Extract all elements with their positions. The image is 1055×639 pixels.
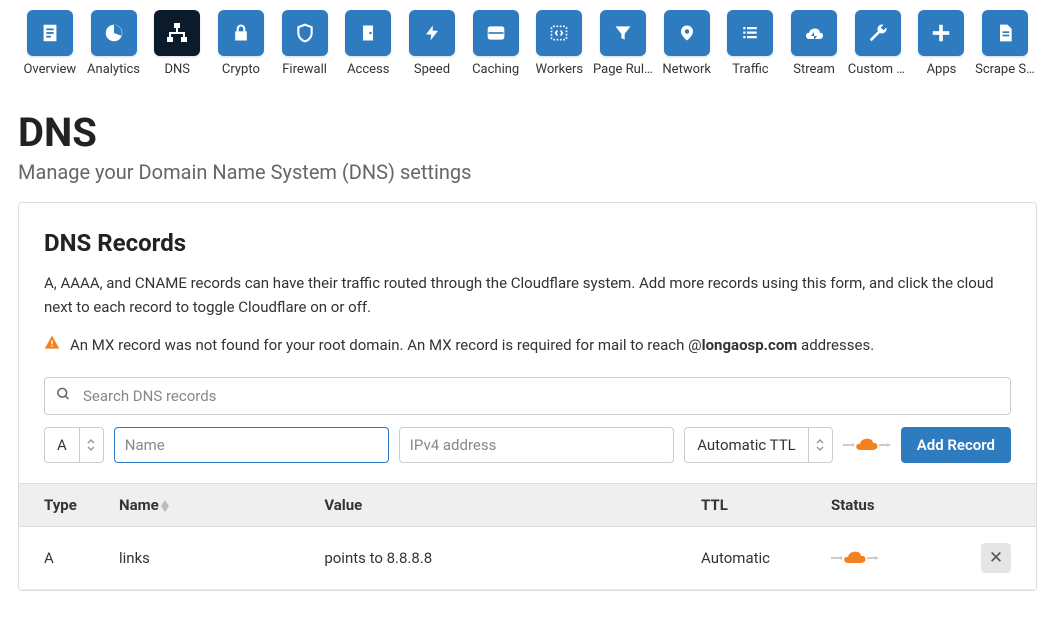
nav-item-crypto[interactable]: Crypto [209,10,273,77]
nav-item-caching[interactable]: Caching [464,10,528,77]
nav-item-access[interactable]: Access [336,10,400,77]
cell-ttl: Automatic [691,527,821,590]
nav-item-custom-p-[interactable]: Custom P... [846,10,910,77]
search-records [44,377,1011,415]
nav-item-overview[interactable]: Overview [18,10,82,77]
nav-label: Firewall [282,62,327,77]
nav-label: Access [347,62,389,77]
doc-icon [982,10,1028,56]
funnel-icon [600,10,646,56]
select-arrow-icon [79,428,103,462]
records-table: Type Name Value TTL Status Alinkspoints … [19,483,1036,590]
add-record-form: A Automatic TTL Add Record [44,427,1011,463]
col-status[interactable]: Status [821,484,971,527]
select-arrow-icon [808,428,832,462]
nav-label: Overview [23,62,76,77]
door-icon [345,10,391,56]
nav-item-scrape-sh-[interactable]: Scrape Sh... [973,10,1037,77]
nav-label: Page Rules [593,62,653,77]
warning-text: An MX record was not found for your root… [70,336,874,354]
file-icon [27,10,73,56]
pin-icon [664,10,710,56]
nav-item-dns[interactable]: DNS [145,10,209,77]
wrench-icon [855,10,901,56]
nav-item-stream[interactable]: Stream [782,10,846,77]
nav-item-speed[interactable]: Speed [400,10,464,77]
nav-label: Custom P... [848,62,908,77]
pie-icon [91,10,137,56]
nav-label: Network [662,62,711,77]
page-subtitle: Manage your Domain Name System (DNS) set… [18,160,1037,184]
cell-actions: ✕ [971,527,1036,590]
network-icon [154,10,200,56]
code-icon [536,10,582,56]
nav-label: DNS [164,62,190,77]
sort-icon [161,500,169,512]
cell-type: A [19,527,109,590]
cell-value: points to 8.8.8.8 [314,527,691,590]
add-record-button[interactable]: Add Record [901,427,1011,463]
nav-label: Traffic [732,62,768,77]
record-ip-input[interactable] [399,427,674,463]
col-type[interactable]: Type [19,484,109,527]
list-icon [727,10,773,56]
col-ttl[interactable]: TTL [691,484,821,527]
nav-label: Workers [536,62,584,77]
nav-label: Apps [927,62,957,77]
nav-label: Speed [414,62,450,77]
cloud-icon [791,10,837,56]
drive-icon [473,10,519,56]
delete-record-button[interactable]: ✕ [981,543,1011,573]
record-name-input[interactable] [114,427,389,463]
nav-label: Crypto [222,62,260,77]
lock-icon [218,10,264,56]
record-type-select[interactable]: A [44,427,104,463]
card-heading: DNS Records [44,229,1011,257]
page-header: DNS Manage your Domain Name System (DNS)… [0,83,1055,202]
search-input[interactable] [44,377,1011,415]
nav-item-traffic[interactable]: Traffic [719,10,783,77]
nav-label: Caching [472,62,519,77]
col-value[interactable]: Value [314,484,691,527]
plus-icon [918,10,964,56]
nav-item-workers[interactable]: Workers [528,10,592,77]
col-name[interactable]: Name [109,484,314,527]
warning-icon [44,335,60,355]
nav-item-analytics[interactable]: Analytics [82,10,146,77]
nav-item-firewall[interactable]: Firewall [273,10,337,77]
cell-status[interactable] [821,527,971,590]
search-icon [56,387,71,406]
ttl-select[interactable]: Automatic TTL [684,427,833,463]
table-row[interactable]: Alinkspoints to 8.8.8.8Automatic ✕ [19,527,1036,590]
page-title: DNS [18,109,1037,156]
dns-records-card: DNS Records A, AAAA, and CNAME records c… [18,202,1037,591]
nav-item-apps[interactable]: Apps [910,10,974,77]
card-description: A, AAAA, and CNAME records can have thei… [44,271,1011,319]
mx-warning: An MX record was not found for your root… [44,335,1011,355]
shield-icon [282,10,328,56]
bolt-icon [409,10,455,56]
record-type-value: A [45,436,79,454]
proxy-toggle-icon[interactable] [843,433,891,457]
top-navigation: Overview Analytics DNS Crypto Firewall Access… [0,0,1055,83]
cell-name: links [109,527,314,590]
ttl-value: Automatic TTL [685,436,808,454]
nav-item-network[interactable]: Network [655,10,719,77]
nav-label: Analytics [87,62,140,77]
nav-item-page-rules[interactable]: Page Rules [591,10,655,77]
nav-label: Stream [793,62,835,77]
nav-label: Scrape Sh... [975,62,1035,77]
